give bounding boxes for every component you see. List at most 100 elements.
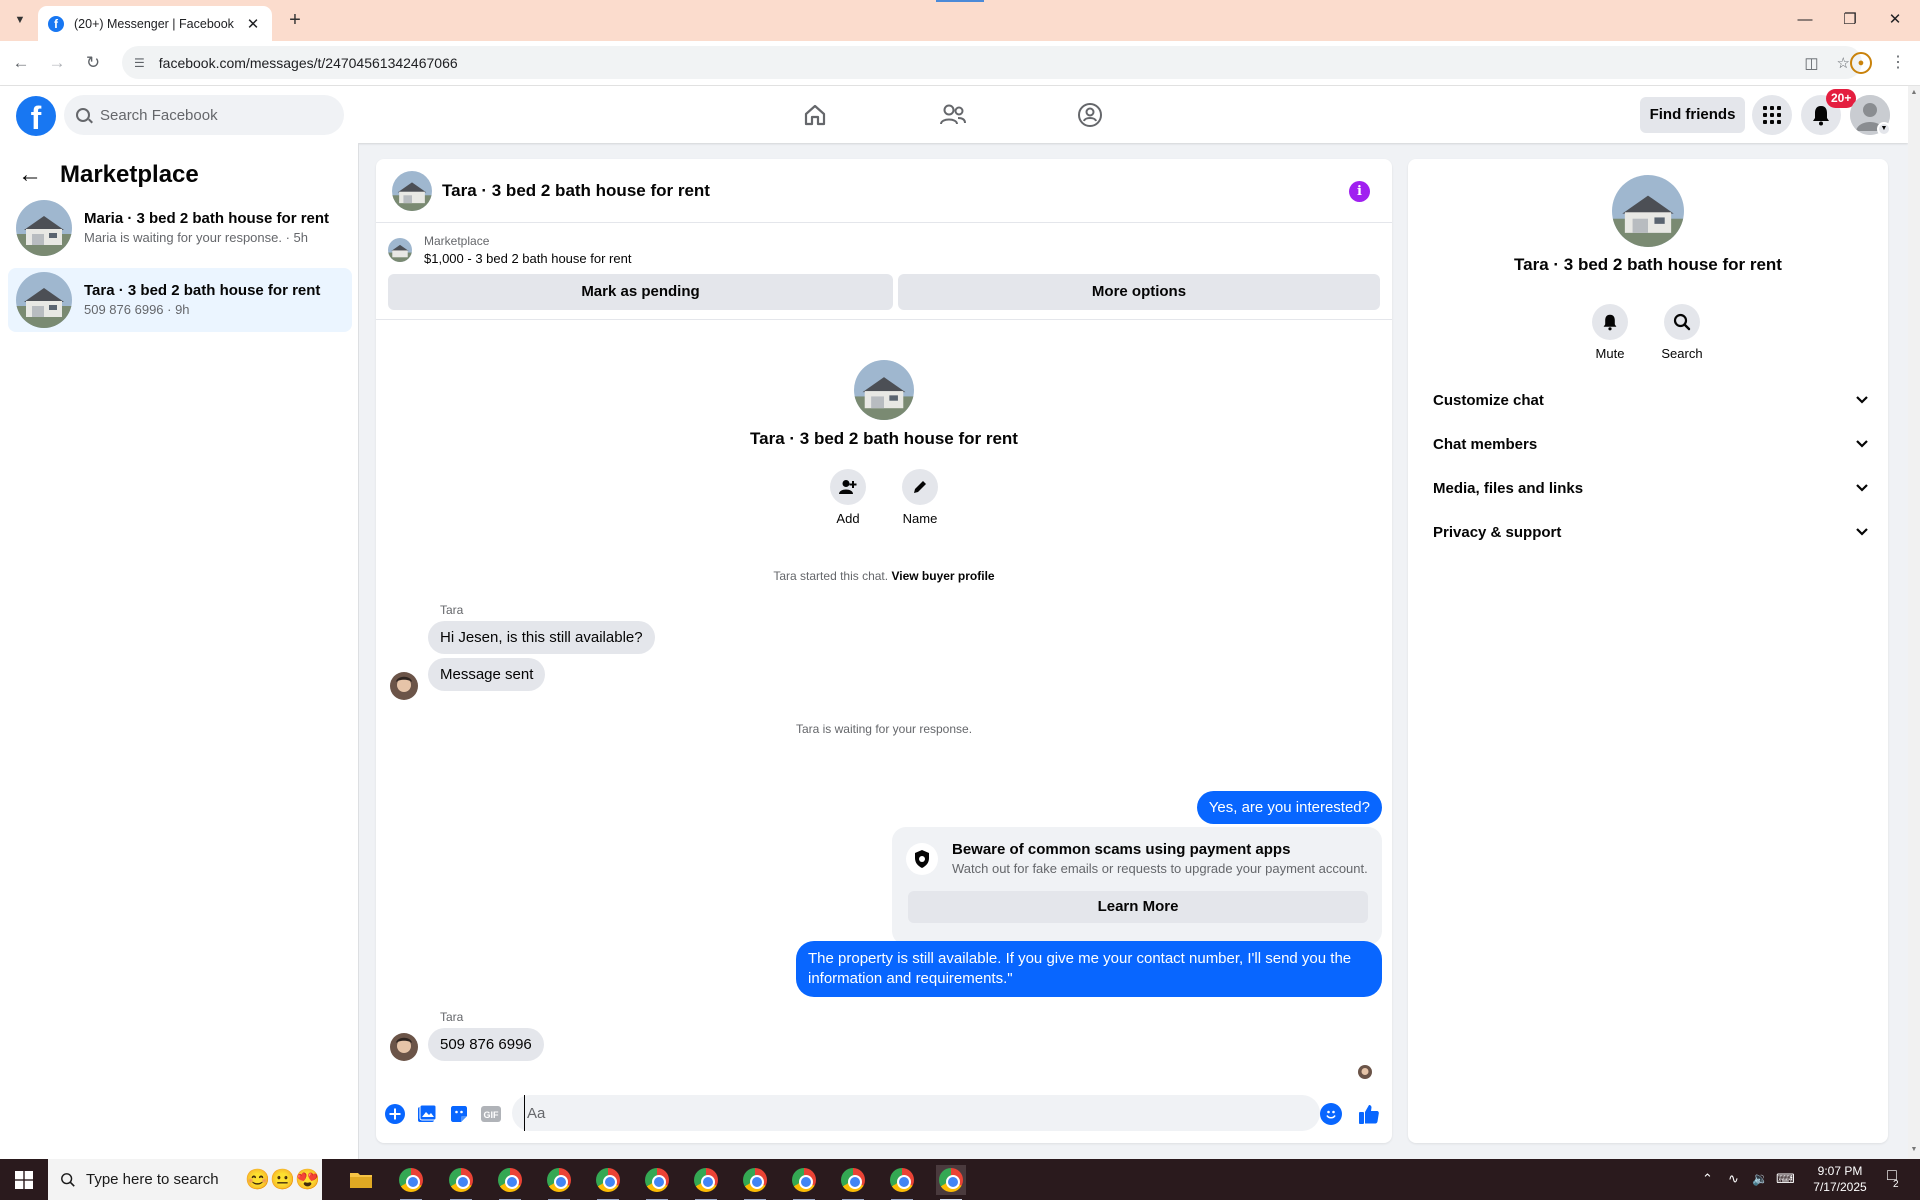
incoming-message[interactable]: Hi Jesen, is this still available? bbox=[428, 621, 655, 654]
tara-avatar[interactable] bbox=[390, 672, 418, 700]
chat-info-avatar[interactable] bbox=[1612, 175, 1684, 247]
incoming-message[interactable]: 509 876 6996 bbox=[428, 1028, 544, 1061]
learn-more-button[interactable]: Learn More bbox=[908, 891, 1368, 923]
chrome-taskbar-icon[interactable] bbox=[887, 1165, 917, 1200]
media-files-links-section[interactable]: Media, files and links bbox=[1416, 470, 1880, 506]
chrome-taskbar-icon[interactable] bbox=[446, 1165, 476, 1200]
section-label: Customize chat bbox=[1433, 391, 1544, 409]
chevron-down-icon bbox=[1854, 524, 1870, 540]
chrome-taskbar-icon[interactable] bbox=[691, 1165, 721, 1200]
chrome-taskbar-icon[interactable] bbox=[642, 1165, 672, 1200]
url-text[interactable]: facebook.com/messages/t/2470456134246706… bbox=[159, 55, 1787, 71]
tara-avatar[interactable] bbox=[390, 1033, 418, 1061]
volume-icon[interactable]: 🔉 bbox=[1752, 1171, 1768, 1187]
section-label: Chat members bbox=[1433, 435, 1538, 453]
chrome-taskbar-icon[interactable] bbox=[396, 1165, 426, 1200]
incoming-message[interactable]: Message sent bbox=[428, 658, 546, 691]
chrome-taskbar-icon[interactable] bbox=[593, 1165, 623, 1200]
sidebar-title: Marketplace bbox=[60, 161, 199, 188]
action-center-icon[interactable]: □ bbox=[1880, 1167, 1904, 1191]
facebook-logo-icon[interactable]: f bbox=[16, 96, 56, 136]
photo-icon[interactable] bbox=[416, 1103, 438, 1125]
back-arrow-icon[interactable]: ← bbox=[18, 161, 42, 189]
name-chat-action[interactable]: Name bbox=[890, 469, 950, 526]
browser-tab-messenger[interactable]: f (20+) Messenger | Facebook ✕ bbox=[38, 6, 272, 41]
windows-start-icon[interactable] bbox=[0, 1159, 48, 1200]
file-explorer-icon[interactable] bbox=[346, 1165, 376, 1195]
info-icon[interactable]: i bbox=[1349, 181, 1370, 202]
taskbar-clock[interactable]: 9:07 PM 7/17/2025 bbox=[1804, 1163, 1876, 1195]
add-people-action[interactable]: Add bbox=[818, 469, 878, 526]
chat-panel: Tara · 3 bed 2 bath house for rent i Mar… bbox=[376, 159, 1392, 1143]
scroll-up-icon[interactable]: ▲ bbox=[1910, 89, 1918, 97]
facebook-search-input[interactable] bbox=[100, 106, 320, 124]
tab-close-icon[interactable]: ✕ bbox=[244, 15, 262, 33]
emoji-icon[interactable] bbox=[1320, 1103, 1342, 1125]
chrome-profile-icon[interactable]: ● bbox=[1850, 52, 1872, 74]
chevron-down-icon bbox=[1854, 436, 1870, 452]
tray-overflow-chevron-icon[interactable]: ⌃ bbox=[1702, 1171, 1713, 1187]
chat-header-thumbnail[interactable] bbox=[392, 170, 432, 211]
chrome-taskbar-icon[interactable] bbox=[789, 1165, 819, 1200]
facebook-search[interactable] bbox=[64, 95, 344, 135]
find-friends-button[interactable]: Find friends bbox=[1640, 97, 1745, 133]
minimize-icon[interactable]: — bbox=[1790, 9, 1820, 31]
privacy-support-section[interactable]: Privacy & support bbox=[1416, 514, 1880, 550]
chat-title[interactable]: Tara · 3 bed 2 bath house for rent bbox=[442, 181, 710, 201]
address-bar[interactable]: ☰ facebook.com/messages/t/24704561342467… bbox=[122, 46, 1862, 79]
keyboard-icon[interactable]: ⌨ bbox=[1776, 1171, 1795, 1187]
thumbs-up-icon[interactable] bbox=[1358, 1103, 1380, 1125]
network-icon[interactable]: ∿ bbox=[1728, 1171, 1739, 1187]
conversation-preview: 509 876 6996 · 9h bbox=[84, 302, 190, 317]
account-chevron-icon[interactable]: ▼ bbox=[1877, 122, 1891, 136]
conversation-item-tara[interactable]: Tara · 3 bed 2 bath house for rent 509 8… bbox=[8, 268, 352, 332]
outgoing-message[interactable]: Yes, are you interested? bbox=[1196, 791, 1382, 824]
menu-grid-icon[interactable] bbox=[1752, 95, 1792, 135]
home-nav-icon[interactable] bbox=[798, 98, 832, 132]
chrome-taskbar-icon[interactable] bbox=[740, 1165, 770, 1200]
window-close-icon[interactable]: ✕ bbox=[1880, 9, 1910, 31]
bookmark-star-icon[interactable]: ☆ bbox=[1837, 54, 1850, 72]
section-label: Privacy & support bbox=[1433, 523, 1562, 541]
groups-nav-icon[interactable] bbox=[1073, 98, 1107, 132]
scroll-down-icon[interactable]: ▼ bbox=[1910, 1146, 1918, 1154]
facebook-header: f Find friends 20+ ▼ bbox=[0, 86, 1908, 143]
search-highlight-emoji-icon: 😊😐😍 bbox=[245, 1169, 320, 1191]
chrome-taskbar-icon[interactable] bbox=[838, 1165, 868, 1200]
search-in-chat-action[interactable]: Search bbox=[1650, 304, 1714, 361]
chrome-taskbar-icon-active[interactable] bbox=[936, 1165, 966, 1200]
page-scrollbar[interactable]: ▲ ▼ bbox=[1908, 86, 1920, 1159]
friends-nav-icon[interactable] bbox=[936, 98, 970, 132]
sticker-icon[interactable] bbox=[448, 1103, 470, 1125]
gif-icon[interactable]: GIF bbox=[480, 1103, 502, 1125]
mute-action[interactable]: Mute bbox=[1578, 304, 1642, 361]
plus-circle-icon[interactable] bbox=[384, 1103, 406, 1125]
reload-icon[interactable]: ↻ bbox=[81, 51, 105, 75]
back-icon[interactable]: ← bbox=[9, 51, 33, 75]
search-label: Search bbox=[1661, 346, 1703, 361]
new-tab-icon[interactable]: + bbox=[282, 9, 308, 31]
customize-chat-section[interactable]: Customize chat bbox=[1416, 382, 1880, 418]
listing-thumbnail[interactable] bbox=[388, 238, 412, 262]
chrome-taskbar-icon[interactable] bbox=[544, 1165, 574, 1200]
conversation-item-maria[interactable]: Maria · 3 bed 2 bath house for rent Mari… bbox=[8, 196, 352, 260]
sender-name: Tara bbox=[440, 1010, 464, 1024]
view-buyer-profile-link[interactable]: View buyer profile bbox=[891, 569, 994, 583]
restore-icon[interactable]: ❐ bbox=[1835, 9, 1865, 31]
chat-members-section[interactable]: Chat members bbox=[1416, 426, 1880, 462]
message-input[interactable] bbox=[524, 1095, 1264, 1131]
install-app-icon[interactable]: ◫ bbox=[1804, 54, 1818, 72]
listing-price-title[interactable]: $1,000 - 3 bed 2 bath house for rent bbox=[424, 251, 631, 266]
site-info-icon[interactable]: ☰ bbox=[134, 56, 145, 70]
scam-warning-card: Beware of common scams using payment app… bbox=[892, 827, 1382, 945]
more-options-button[interactable]: More options bbox=[898, 274, 1380, 310]
scam-warning-title: Beware of common scams using payment app… bbox=[952, 841, 1291, 858]
tab-search-chevron-icon[interactable]: ▼ bbox=[8, 9, 32, 31]
forward-icon[interactable]: → bbox=[45, 51, 69, 75]
chrome-menu-icon[interactable]: ⋮ bbox=[1890, 52, 1906, 74]
outgoing-message[interactable]: The property is still available. If you … bbox=[796, 941, 1382, 997]
chrome-taskbar-icon[interactable] bbox=[495, 1165, 525, 1200]
action-center-count: 2 bbox=[1893, 1179, 1899, 1190]
taskbar-search[interactable]: Type here to search 😊😐😍 bbox=[48, 1159, 322, 1200]
mark-as-pending-button[interactable]: Mark as pending bbox=[388, 274, 893, 310]
